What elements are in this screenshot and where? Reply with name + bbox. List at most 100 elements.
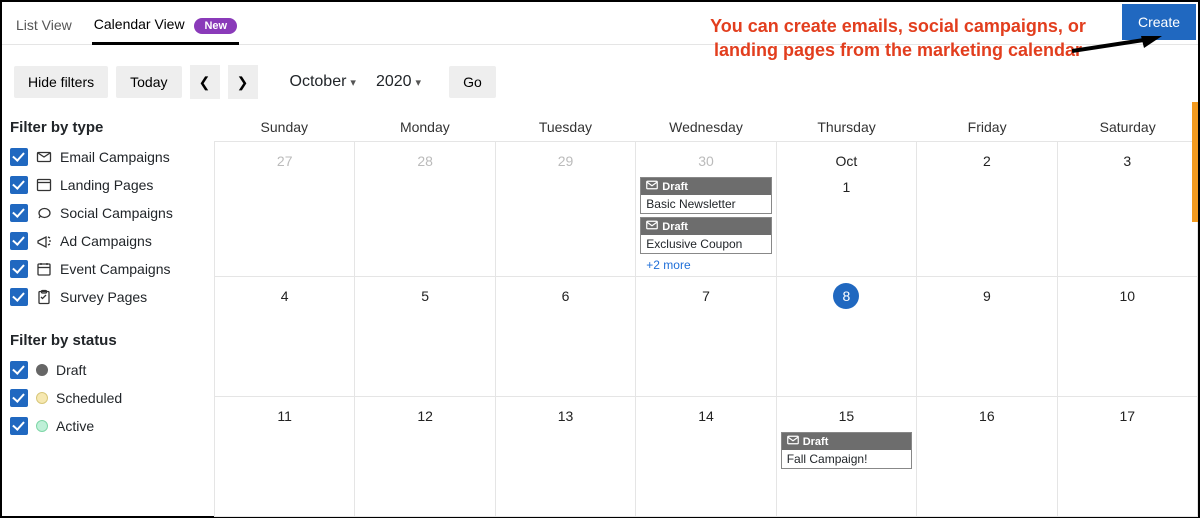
day-number: 9 — [974, 283, 1000, 309]
calendar-event[interactable]: Draft Fall Campaign! — [781, 432, 912, 469]
filters-sidebar: Filter by type Email Campaigns Landing P… — [2, 113, 214, 531]
year-select[interactable]: 2020 ▾ — [370, 67, 427, 97]
checkbox[interactable] — [10, 232, 28, 250]
day-number: 8 — [833, 283, 859, 309]
month-select[interactable]: October ▾ — [284, 67, 362, 97]
calendar-cell[interactable]: 5 — [355, 277, 495, 397]
calendar-cell[interactable]: 2 — [917, 142, 1057, 277]
event-title: Fall Campaign! — [782, 450, 911, 468]
calendar-cell[interactable]: 27 — [215, 142, 355, 277]
filter-status-active[interactable]: Active — [10, 417, 206, 435]
day-number: 29 — [553, 148, 579, 174]
calendar-cell[interactable]: 15 Draft Fall Campaign! — [777, 397, 917, 517]
scroll-indicator[interactable] — [1192, 102, 1198, 222]
filter-label: Social Campaigns — [60, 205, 173, 221]
calendar-cell[interactable]: 30 Draft Basic Newsletter — [636, 142, 776, 277]
day-number: 10 — [1114, 283, 1140, 309]
create-button[interactable]: Create — [1122, 4, 1196, 40]
calendar-cell[interactable]: 4 — [215, 277, 355, 397]
chevron-right-icon: ❯ — [237, 74, 249, 91]
checkbox[interactable] — [10, 417, 28, 435]
day-number: 27 — [272, 148, 298, 174]
today-button[interactable]: Today — [116, 66, 181, 98]
event-title: Exclusive Coupon — [641, 235, 770, 253]
calendar-cell[interactable]: 7 — [636, 277, 776, 397]
checkbox[interactable] — [10, 148, 28, 166]
day-number: 4 — [272, 283, 298, 309]
envelope-icon — [36, 149, 52, 165]
hide-filters-button[interactable]: Hide filters — [14, 66, 108, 98]
day-number: 16 — [974, 403, 1000, 429]
checkbox[interactable] — [10, 389, 28, 407]
calendar-cell[interactable]: 12 — [355, 397, 495, 517]
checkbox[interactable] — [10, 361, 28, 379]
envelope-icon — [646, 180, 658, 193]
day-header: Friday — [917, 119, 1058, 135]
day-number: 7 — [693, 283, 719, 309]
filter-type-heading: Filter by type — [10, 119, 206, 136]
filter-label: Draft — [56, 362, 86, 378]
checkbox[interactable] — [10, 204, 28, 222]
event-title: Basic Newsletter — [641, 195, 770, 213]
day-number: 13 — [553, 403, 579, 429]
filter-label: Scheduled — [56, 390, 122, 406]
day-number: Oct 1 — [833, 148, 859, 174]
calendar-icon — [36, 261, 52, 277]
calendar-cell[interactable]: 13 — [496, 397, 636, 517]
calendar-cell[interactable]: 16 — [917, 397, 1057, 517]
year-label: 2020 — [376, 73, 412, 91]
day-header: Sunday — [214, 119, 355, 135]
checkbox[interactable] — [10, 288, 28, 306]
filter-event-campaigns[interactable]: Event Campaigns — [10, 260, 206, 278]
calendar-cell[interactable]: 17 — [1058, 397, 1198, 517]
filter-label: Email Campaigns — [60, 149, 170, 165]
tab-list-view[interactable]: List View — [14, 11, 74, 43]
calendar-cell[interactable]: 10 — [1058, 277, 1198, 397]
filter-status-draft[interactable]: Draft — [10, 361, 206, 379]
envelope-icon — [646, 220, 658, 233]
chat-bubble-icon — [36, 205, 52, 221]
filter-ad-campaigns[interactable]: Ad Campaigns — [10, 232, 206, 250]
clipboard-icon — [36, 289, 52, 305]
calendar-event[interactable]: Draft Basic Newsletter — [640, 177, 771, 214]
calendar-cell[interactable]: 11 — [215, 397, 355, 517]
checkbox[interactable] — [10, 260, 28, 278]
calendar-cell[interactable]: 29 — [496, 142, 636, 277]
day-number: 12 — [412, 403, 438, 429]
filter-label: Event Campaigns — [60, 261, 171, 277]
checkbox[interactable] — [10, 176, 28, 194]
next-month-button[interactable]: ❯ — [228, 65, 258, 99]
filter-survey-pages[interactable]: Survey Pages — [10, 288, 206, 306]
calendar-cell[interactable]: Oct 1 — [777, 142, 917, 277]
calendar-cell[interactable]: 9 — [917, 277, 1057, 397]
calendar-cell[interactable]: 3 — [1058, 142, 1198, 277]
day-header: Tuesday — [495, 119, 636, 135]
filter-label: Survey Pages — [60, 289, 147, 305]
calendar-event[interactable]: Draft Exclusive Coupon — [640, 217, 771, 254]
filter-social-campaigns[interactable]: Social Campaigns — [10, 204, 206, 222]
calendar-cell[interactable]: 14 — [636, 397, 776, 517]
filter-label: Landing Pages — [60, 177, 153, 193]
go-button[interactable]: Go — [449, 66, 496, 98]
event-status: Draft — [803, 436, 829, 448]
calendar-cell-today[interactable]: 8 — [777, 277, 917, 397]
filter-label: Active — [56, 418, 94, 434]
chevron-down-icon: ▾ — [350, 76, 356, 89]
prev-month-button[interactable]: ❮ — [190, 65, 220, 99]
day-header: Wednesday — [636, 119, 777, 135]
more-events-link[interactable]: +2 more — [640, 254, 771, 272]
calendar-cell[interactable]: 28 — [355, 142, 495, 277]
browser-icon — [36, 177, 52, 193]
day-header: Thursday — [776, 119, 917, 135]
status-dot-scheduled-icon — [36, 392, 48, 404]
calendar-cell[interactable]: 6 — [496, 277, 636, 397]
filter-status-scheduled[interactable]: Scheduled — [10, 389, 206, 407]
envelope-icon — [787, 435, 799, 448]
filter-email-campaigns[interactable]: Email Campaigns — [10, 148, 206, 166]
day-number: 2 — [974, 148, 1000, 174]
filter-landing-pages[interactable]: Landing Pages — [10, 176, 206, 194]
tab-calendar-view[interactable]: Calendar View New — [92, 10, 239, 45]
day-number: 3 — [1114, 148, 1140, 174]
chevron-down-icon: ▾ — [416, 76, 422, 89]
day-number: 17 — [1114, 403, 1140, 429]
